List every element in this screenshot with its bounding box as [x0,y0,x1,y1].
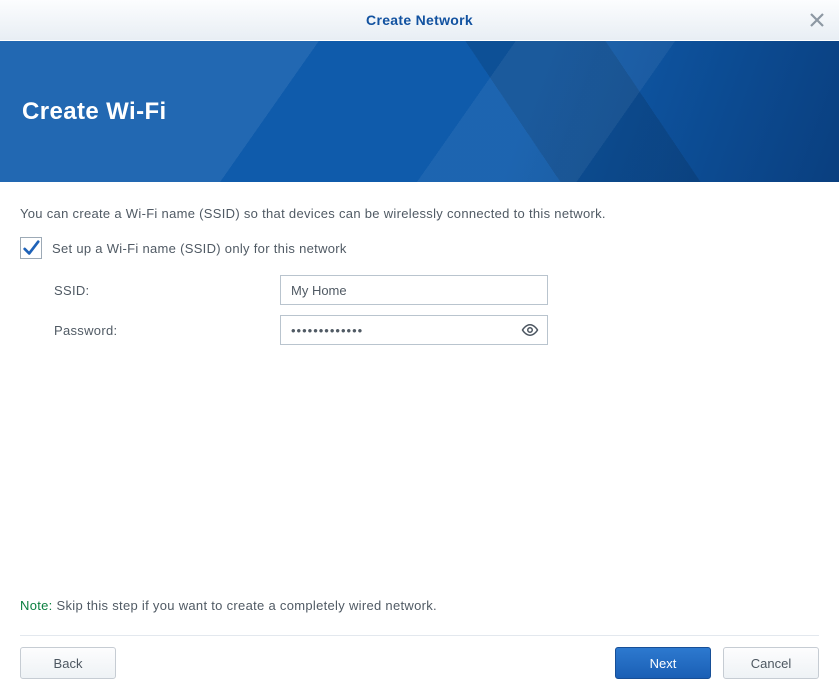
back-button[interactable]: Back [20,647,116,679]
show-password-button[interactable] [513,316,547,344]
password-field-wrap [280,315,548,345]
eye-icon [521,321,539,339]
setup-wifi-checkbox-label: Set up a Wi-Fi name (SSID) only for this… [52,241,347,256]
password-input[interactable] [281,316,513,344]
banner-title: Create Wi-Fi [22,98,167,126]
wifi-checkbox-row: Set up a Wi-Fi name (SSID) only for this… [20,237,819,259]
next-button[interactable]: Next [615,647,711,679]
note-label: Note: [20,598,53,613]
button-bar: Back Next Cancel [20,647,819,679]
create-network-dialog: Create Network Create Wi-Fi You can crea… [0,0,839,691]
cancel-button[interactable]: Cancel [723,647,819,679]
divider [20,635,819,636]
titlebar: Create Network [0,0,839,41]
content-area: You can create a Wi-Fi name (SSID) so th… [0,182,839,345]
note-area: Note: Skip this step if you want to crea… [20,598,819,636]
dialog-title: Create Network [366,12,473,28]
ssid-input[interactable] [280,275,548,305]
setup-wifi-checkbox[interactable] [20,237,42,259]
note-text: Note: Skip this step if you want to crea… [20,598,819,613]
close-icon [809,12,825,28]
close-button[interactable] [805,8,829,32]
description-text: You can create a Wi-Fi name (SSID) so th… [20,206,819,221]
ssid-label: SSID: [54,283,280,298]
banner: Create Wi-Fi [0,41,839,182]
ssid-row: SSID: [54,275,819,305]
wifi-form: SSID: Password: [20,275,819,345]
check-icon [22,239,40,257]
password-row: Password: [54,315,819,345]
note-body: Skip this step if you want to create a c… [53,598,437,613]
password-label: Password: [54,323,280,338]
